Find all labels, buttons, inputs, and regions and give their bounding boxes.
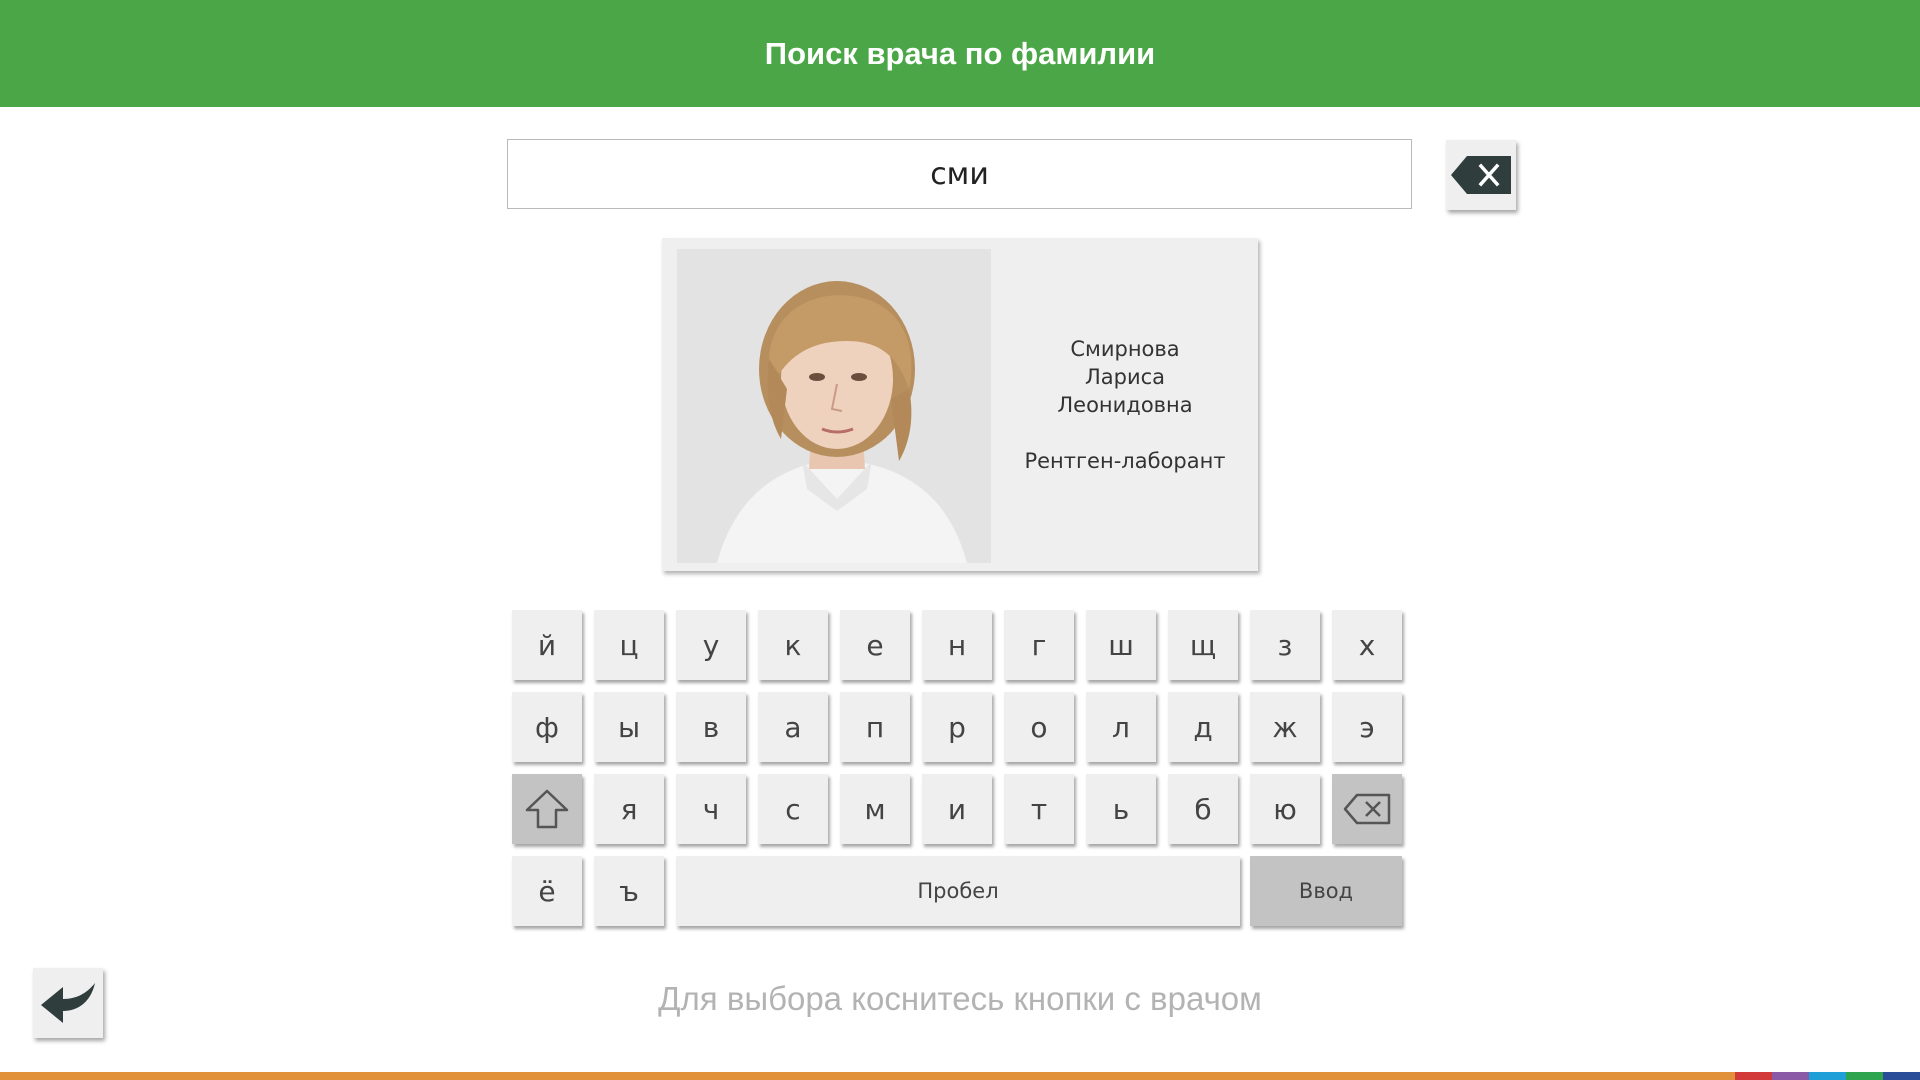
clear-search-button[interactable]	[1446, 140, 1516, 210]
key[interactable]: ш	[1086, 610, 1156, 680]
key[interactable]: м	[840, 774, 910, 844]
key[interactable]: ь	[1086, 774, 1156, 844]
key[interactable]: и	[922, 774, 992, 844]
key[interactable]: х	[1332, 610, 1402, 680]
key[interactable]: я	[594, 774, 664, 844]
key[interactable]: щ	[1168, 610, 1238, 680]
key[interactable]: ф	[512, 692, 582, 762]
search-input[interactable]	[507, 139, 1412, 209]
doctor-first-name: Лариса	[1084, 364, 1166, 389]
doctor-photo	[677, 249, 991, 563]
key[interactable]: с	[758, 774, 828, 844]
key[interactable]: д	[1168, 692, 1238, 762]
key[interactable]: а	[758, 692, 828, 762]
doctor-last-name: Смирнова	[1070, 336, 1180, 361]
key[interactable]: ы	[594, 692, 664, 762]
page-title: Поиск врача по фамилии	[764, 35, 1156, 71]
key[interactable]: г	[1004, 610, 1074, 680]
space-key[interactable]: Пробел	[676, 856, 1240, 926]
key[interactable]: п	[840, 692, 910, 762]
key[interactable]: ъ	[594, 856, 664, 926]
key[interactable]: ц	[594, 610, 664, 680]
hint-text: Для выбора коснитесь кнопки с врачом	[658, 980, 1262, 1017]
shift-icon	[525, 789, 569, 829]
header: Поиск врача по фамилии	[0, 0, 1920, 107]
doctor-card[interactable]: Смирнова Лариса Леонидовна Рентген-лабор…	[662, 238, 1258, 571]
backspace-icon	[1343, 793, 1391, 825]
key[interactable]: к	[758, 610, 828, 680]
doctor-patronymic: Леонидовна	[1057, 392, 1193, 417]
key[interactable]: б	[1168, 774, 1238, 844]
key[interactable]: е	[840, 610, 910, 680]
key[interactable]: з	[1250, 610, 1320, 680]
key[interactable]: т	[1004, 774, 1074, 844]
key[interactable]: н	[922, 610, 992, 680]
key[interactable]: в	[676, 692, 746, 762]
key[interactable]: ё	[512, 856, 582, 926]
key[interactable]: э	[1332, 692, 1402, 762]
key[interactable]: ч	[676, 774, 746, 844]
key[interactable]: о	[1004, 692, 1074, 762]
back-button[interactable]	[33, 968, 103, 1038]
key[interactable]: у	[676, 610, 746, 680]
enter-key[interactable]: Ввод	[1250, 856, 1402, 926]
doctor-role: Рентген-лаборант	[1024, 448, 1226, 473]
key[interactable]: р	[922, 692, 992, 762]
key[interactable]: ю	[1250, 774, 1320, 844]
key[interactable]: й	[512, 610, 582, 680]
key[interactable]: л	[1086, 692, 1156, 762]
shift-key[interactable]	[512, 774, 582, 844]
key[interactable]: ж	[1250, 692, 1320, 762]
bottom-color-bar	[0, 1072, 1920, 1080]
backspace-icon	[1451, 156, 1511, 194]
backspace-key[interactable]	[1332, 774, 1402, 844]
back-arrow-icon	[41, 983, 95, 1023]
doctor-info: Смирнова Лариса Леонидовна Рентген-лабор…	[1007, 238, 1243, 571]
